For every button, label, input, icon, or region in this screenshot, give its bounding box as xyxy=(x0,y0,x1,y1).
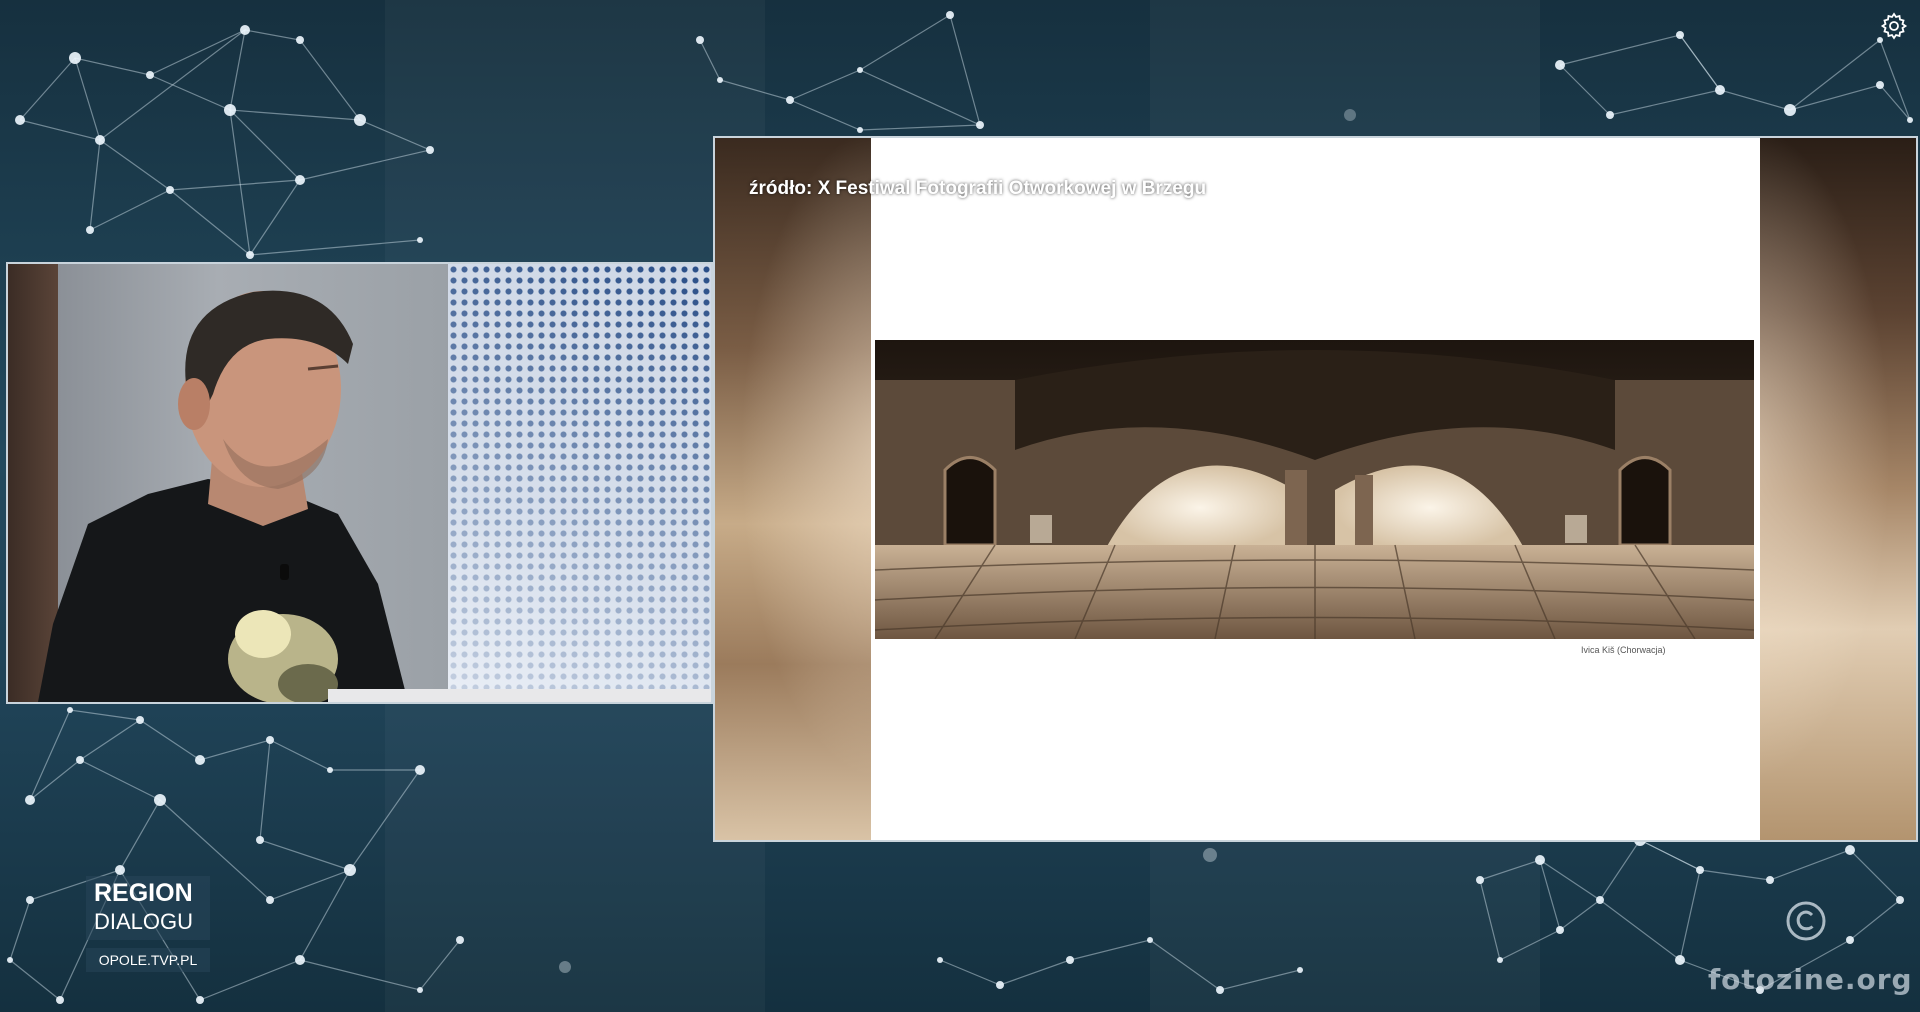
guest-person xyxy=(38,290,711,702)
slide-blurred-glow xyxy=(715,138,871,840)
presentation-slide: źródło: X Festiwal Fotografii Otworkowej… xyxy=(713,136,1918,842)
gear-icon[interactable] xyxy=(1880,12,1908,40)
panorama-photo xyxy=(875,340,1754,639)
logo-url: OPOLE.TVP.PL xyxy=(86,948,210,972)
program-logo: REGION DIALOGU OPOLE.TVP.PL xyxy=(86,876,210,972)
source-caption: źródło: X Festiwal Fotografii Otworkowej… xyxy=(749,178,1207,199)
copyright-icon xyxy=(1786,901,1826,941)
logo-line-region: REGION xyxy=(94,879,193,907)
photo-credit: Ivica Kiš (Chorwacja) xyxy=(1581,645,1666,655)
slide-blurred-glow xyxy=(1760,138,1916,840)
logo-title-box: REGION DIALOGU xyxy=(86,876,210,940)
camera-feed-panel xyxy=(6,262,713,704)
logo-line-dialogu: DIALOGU xyxy=(94,909,194,934)
broadcast-frame: źródło: X Festiwal Fotografii Otworkowej… xyxy=(0,0,1920,1012)
site-watermark: fotozine.org xyxy=(1708,963,1913,996)
